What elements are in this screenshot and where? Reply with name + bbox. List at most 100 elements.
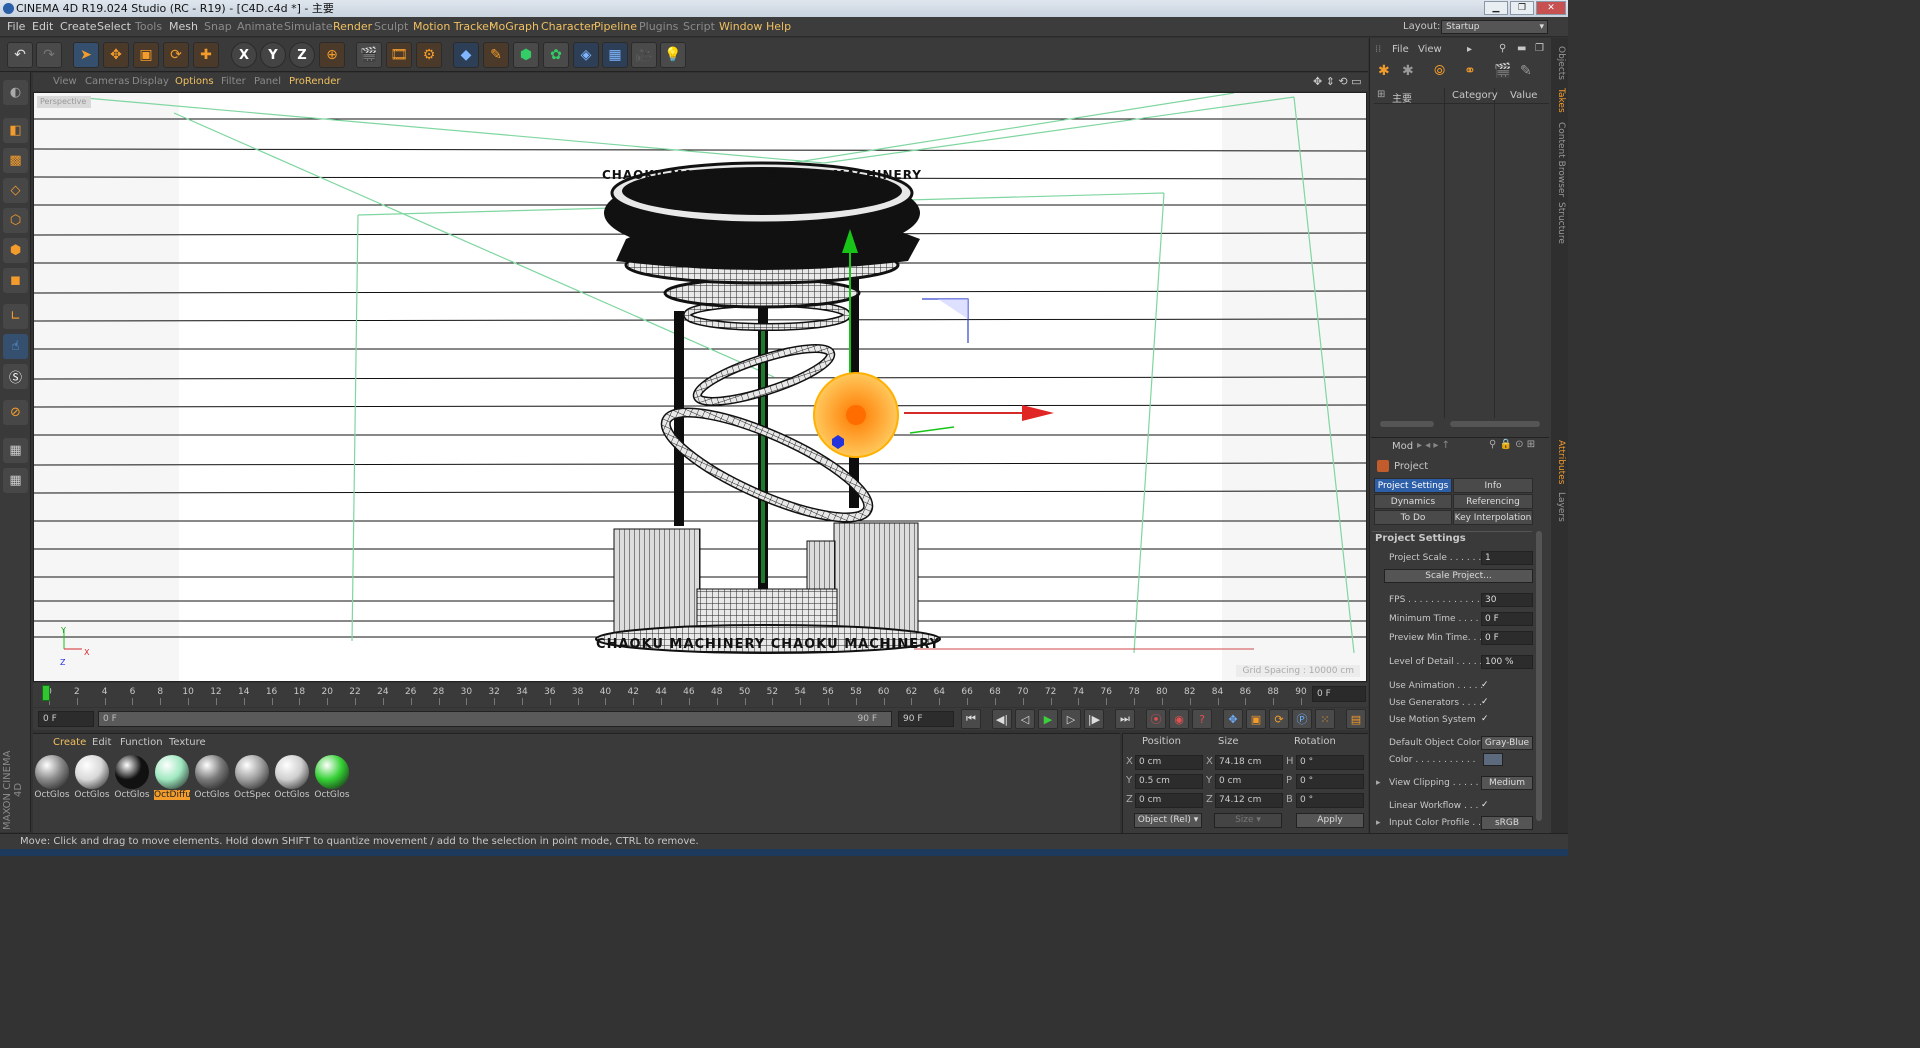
workplane-lock-icon[interactable]: ▦ [3,438,28,463]
viewport-menu-filter[interactable]: Filter [221,73,246,91]
cloner-icon[interactable]: ✿ [543,42,569,68]
category-column-header[interactable]: Category [1452,90,1498,101]
menu-arrow-icon[interactable]: ▸ [1467,44,1472,55]
record-keys-icon[interactable]: ⦿ [1146,709,1166,729]
points-mode-icon[interactable]: ⬡ [3,208,28,233]
redo-icon[interactable]: ↷ [36,42,62,68]
material-swatch[interactable]: OctGlos [314,755,350,801]
z-axis-lock-icon[interactable]: Z [289,42,315,68]
solo-icon[interactable]: Ⓢ [3,364,28,389]
menu-arrow-icon[interactable]: ▸ ◂ ▸ ↑ [1417,440,1450,451]
key-position-icon[interactable]: ✥ [1223,709,1243,729]
scale-project-button[interactable]: Scale Project... [1384,569,1533,583]
move-tool-icon[interactable]: ✥ [103,42,129,68]
take-icon[interactable]: ✱ [1378,63,1390,79]
material-swatch[interactable]: OctGlos [34,755,70,801]
tab-objects[interactable]: Objects [1553,46,1566,80]
project-scale-field[interactable]: 1 [1481,551,1533,565]
coordinate-mode-select[interactable]: Object (Rel) ▾ [1134,813,1202,828]
material-swatch[interactable]: OctGlos [194,755,230,801]
subdivision-icon[interactable]: ⬢ [513,42,539,68]
polygons-mode-icon[interactable]: ◼ [3,268,28,293]
layout-select[interactable]: Startup ▾ [1441,20,1548,34]
select-tool-icon[interactable]: ➤ [73,42,99,68]
minimize-button[interactable]: ▁ [1484,1,1508,15]
menu-character[interactable]: Character [541,17,595,37]
material-menu-texture[interactable]: Texture [169,735,206,751]
viewport-navigation-icon[interactable]: ✥ ⇕ ⟲ ▭ [1313,73,1362,91]
floor-icon[interactable]: ▦ [602,42,628,68]
view-clipping-select[interactable]: Medium [1481,776,1533,790]
clapper-icon[interactable]: 🎬 [1494,63,1511,79]
menu-sculpt[interactable]: Sculpt [374,17,408,37]
override-icon[interactable]: ✱ [1402,63,1414,79]
size-field[interactable]: 74.18 cm [1215,755,1283,770]
menu-select[interactable]: Select [97,17,131,37]
tab-structure[interactable]: Structure [1553,202,1566,244]
material-swatch[interactable]: OctGlos [274,755,310,801]
use-animation-checkbox[interactable]: ✓ [1481,680,1491,690]
cube-icon[interactable]: ◆ [453,42,479,68]
apply-button[interactable]: Apply [1296,813,1364,828]
tab-to-do[interactable]: To Do [1374,510,1452,525]
material-menu-edit[interactable]: Edit [92,735,111,751]
menu-render[interactable]: Render [333,17,372,37]
objects-h-scrollbar[interactable] [1380,421,1434,427]
tab-project-settings[interactable]: Project Settings [1374,478,1452,493]
viewport[interactable]: CHAOKU MACHINERY CHAOKU MACHINERY CHAOKU… [33,92,1367,682]
linear-workflow-checkbox[interactable]: ✓ [1481,800,1491,810]
undo-icon[interactable]: ↶ [7,42,33,68]
menu-window[interactable]: Window [719,17,762,37]
size-field[interactable]: 74.12 cm [1215,793,1283,808]
preview-range-slider[interactable]: 0 F 90 F [98,711,892,727]
pen-spline-icon[interactable]: ✎ [483,42,509,68]
keyframe-selection-icon[interactable]: ? [1192,709,1212,729]
grid-snap-icon[interactable]: ▦ [3,468,28,493]
menu-edit[interactable]: Edit [32,17,53,37]
menu-snap[interactable]: Snap [204,17,232,37]
deformer-icon[interactable]: ◈ [573,42,599,68]
minimum-time-field[interactable]: 0 F [1481,612,1533,626]
light-icon[interactable]: 💡 [660,42,686,68]
timeline-window-icon[interactable]: ▤ [1346,709,1366,729]
scale-tool-icon[interactable]: ▣ [133,42,159,68]
live-selection-icon[interactable]: ✚ [193,42,219,68]
position-field[interactable]: 0 cm [1135,755,1203,770]
edges-mode-icon[interactable]: ⬢ [3,238,28,263]
position-field[interactable]: 0 cm [1135,793,1203,808]
rotation-field[interactable]: 0 ° [1296,793,1364,808]
next-frame-icon[interactable]: ▷ [1061,709,1081,729]
menu-pipeline[interactable]: Pipeline [594,17,637,37]
rotation-field[interactable]: 0 ° [1296,755,1364,770]
playhead[interactable] [42,685,50,701]
viewport-menu-options[interactable]: Options [175,73,214,91]
search-icon[interactable]: ⚲ [1499,43,1506,54]
go-to-end-icon[interactable]: ⏭ [1115,709,1135,729]
size-field[interactable]: 0 cm [1215,774,1283,789]
key-scale-icon[interactable]: ▣ [1246,709,1266,729]
viewport-menu-display[interactable]: Display [132,73,169,91]
expand-arrow-icon[interactable]: ▸ [1376,778,1381,788]
next-key-icon[interactable]: |▶ [1084,709,1104,729]
menu-create[interactable]: Create [60,17,97,37]
menu-file[interactable]: File [7,17,25,37]
tab-info[interactable]: Info [1453,478,1533,493]
panel-window-icon[interactable]: ❐ [1535,43,1544,54]
tab-content-browser[interactable]: Content Browser [1553,122,1566,197]
level-of-detail-field[interactable]: 100 % [1481,655,1533,669]
workplane-mode-icon[interactable]: ◇ [3,178,28,203]
tab-attributes[interactable]: Attributes [1553,440,1566,484]
rotation-field[interactable]: 0 ° [1296,774,1364,789]
search-icon[interactable]: ⚲ 🔒 ⊙ ⊞ [1489,439,1535,450]
use-motion-system-checkbox[interactable]: ✓ [1481,714,1491,724]
key-pla-icon[interactable]: ⁙ [1315,709,1335,729]
material-menu-create[interactable]: Create [53,735,86,751]
viewport-menu-view[interactable]: View [53,73,77,91]
render-picture-viewer-icon[interactable]: 🎞 [386,42,412,68]
previous-frame-icon[interactable]: ◁ [1015,709,1035,729]
tab-layers[interactable]: Layers [1553,492,1566,522]
previous-key-icon[interactable]: ◀| [992,709,1012,729]
start-frame-field[interactable]: 0 F [38,711,94,727]
tweak-mode-icon[interactable]: ☝ [3,334,28,359]
end-frame-field[interactable]: 90 F [898,711,954,727]
